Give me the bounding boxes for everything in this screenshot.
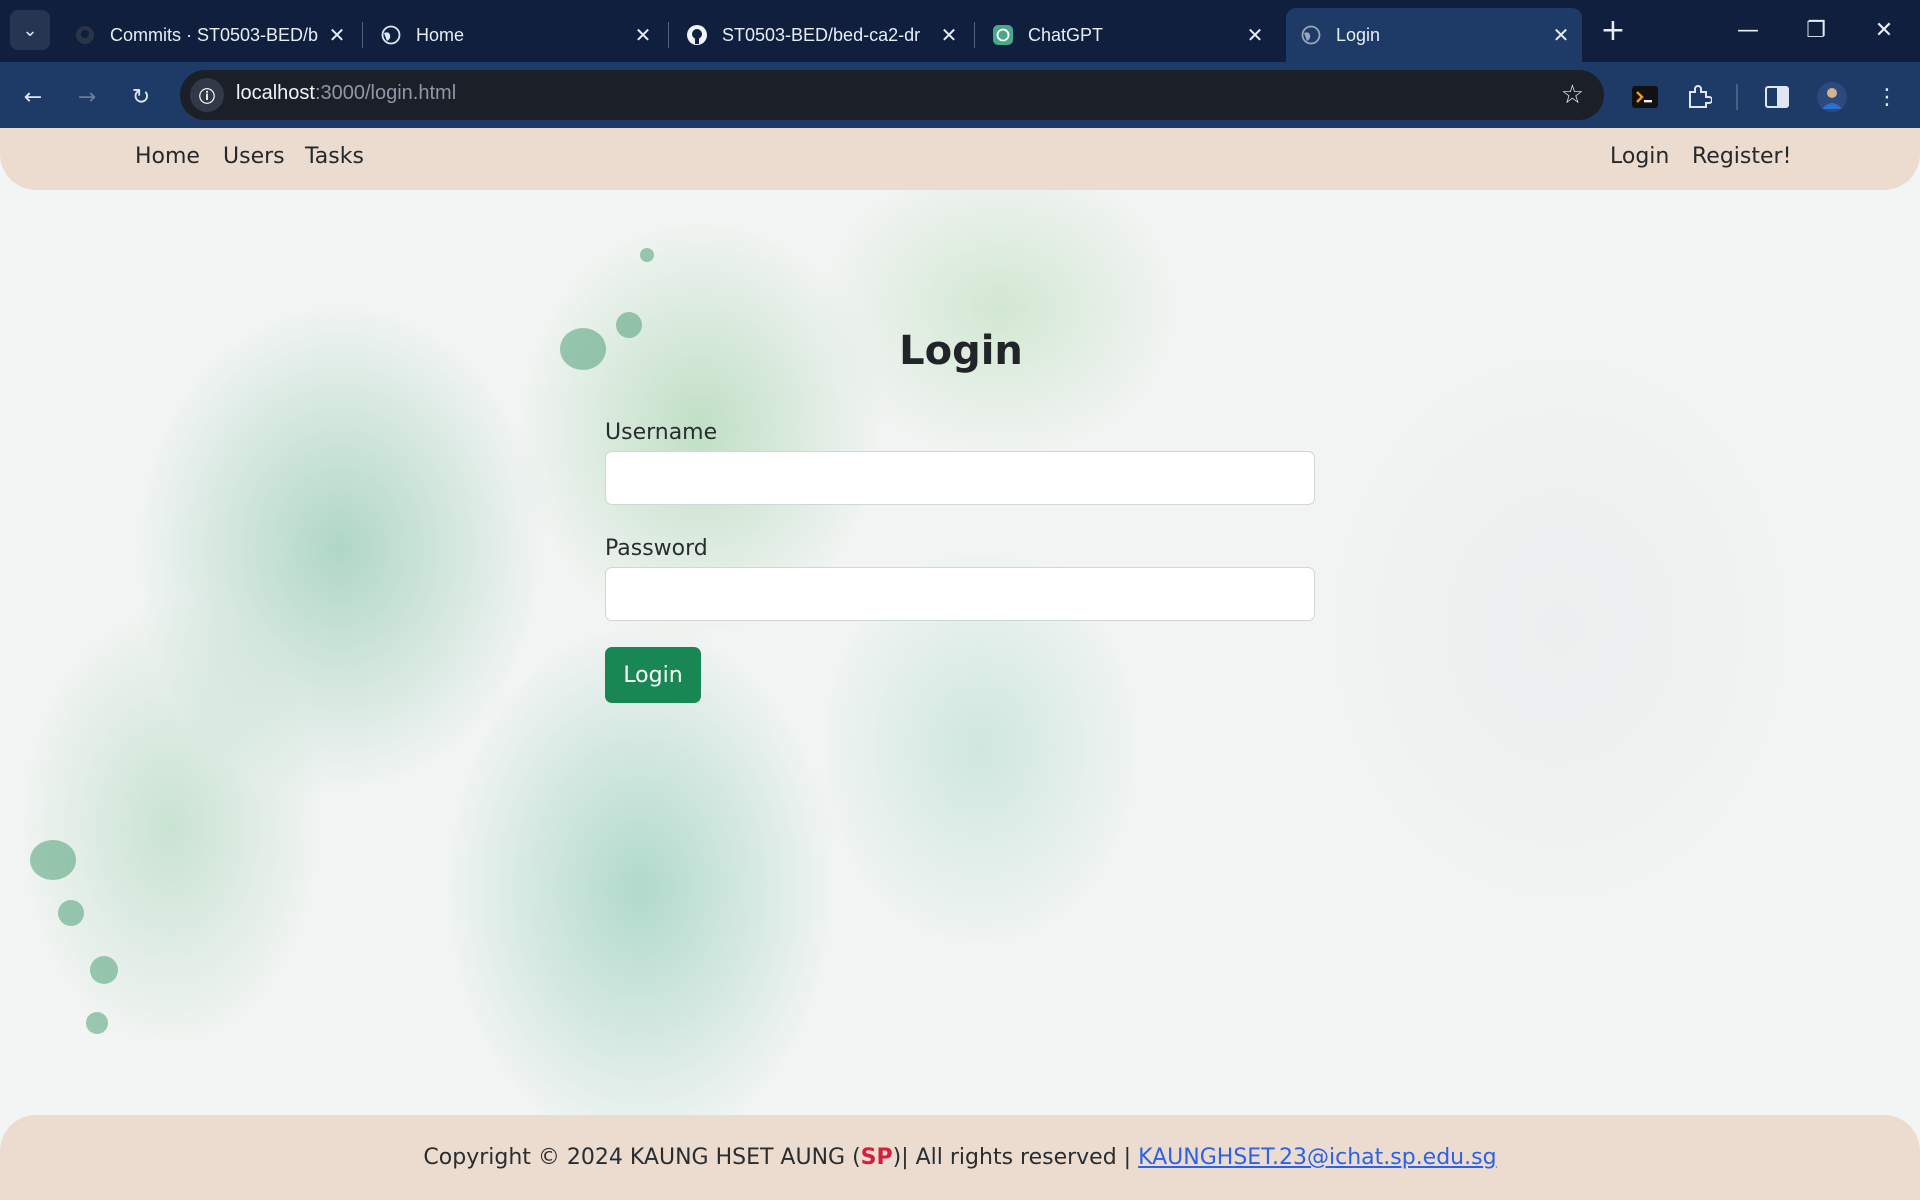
- url-path: :3000/login.html: [314, 82, 457, 104]
- tab-divider: [974, 22, 975, 48]
- password-label: Password: [605, 536, 708, 561]
- page-content: Home Users Tasks Login Register! Login U…: [0, 128, 1920, 1200]
- extensions-puzzle-icon[interactable]: [1682, 80, 1716, 114]
- copyright-text: Copyright © 2024 KAUNG HSET AUNG (: [423, 1145, 861, 1170]
- sp-text: SP: [860, 1145, 893, 1170]
- tab-search-button[interactable]: ⌄: [10, 10, 50, 50]
- address-bar[interactable]: ⓘ localhost:3000/login.html ☆: [180, 70, 1604, 120]
- globe-icon: [380, 24, 402, 46]
- nav-tasks[interactable]: Tasks: [305, 144, 364, 169]
- decorative-blot: [560, 328, 606, 370]
- site-navbar: Home Users Tasks Login Register!: [0, 128, 1920, 190]
- toolbar-divider: [1736, 84, 1738, 110]
- more-vertical-icon: ⋮: [1876, 84, 1898, 110]
- close-icon: ✕: [1874, 17, 1894, 43]
- tab-commits[interactable]: Commits · ST0503-BED/b ✕: [60, 8, 358, 62]
- page-title: Login: [899, 328, 1023, 374]
- decorative-blot: [86, 1012, 108, 1034]
- terminal-extension-icon[interactable]: [1628, 80, 1662, 114]
- side-panel-icon[interactable]: [1760, 80, 1794, 114]
- close-icon[interactable]: ✕: [628, 20, 658, 50]
- chatgpt-icon: [992, 24, 1014, 46]
- github-icon: [74, 24, 96, 46]
- url-text[interactable]: localhost:3000/login.html: [236, 82, 456, 105]
- new-tab-button[interactable]: +: [1580, 0, 1646, 60]
- chevron-down-icon: ⌄: [22, 19, 38, 41]
- tab-title: ST0503-BED/bed-ca2-dr: [722, 24, 921, 45]
- tab-title: Login: [1336, 24, 1381, 45]
- plus-icon: +: [1600, 12, 1626, 48]
- tab-divider: [668, 22, 669, 48]
- tab-title: Commits · ST0503-BED/b: [110, 24, 319, 45]
- minimize-icon: —: [1737, 17, 1759, 43]
- decorative-blot: [90, 956, 118, 984]
- reload-button[interactable]: ↻: [124, 80, 158, 114]
- close-icon[interactable]: ✕: [1240, 20, 1270, 50]
- email-link[interactable]: KAUNGHSET.23@ichat.sp.edu.sg: [1138, 1145, 1496, 1170]
- browser-tab-strip: ⌄ Commits · ST0503-BED/b ✕ Home ✕ ST0503…: [0, 0, 1920, 62]
- password-input[interactable]: [605, 567, 1315, 621]
- tab-repo[interactable]: ST0503-BED/bed-ca2-dr ✕: [672, 8, 970, 62]
- arrow-right-icon: →: [77, 84, 97, 110]
- minimize-button[interactable]: —: [1714, 0, 1782, 60]
- username-input[interactable]: [605, 451, 1315, 505]
- arrow-left-icon: ←: [23, 84, 43, 110]
- back-button[interactable]: ←: [16, 80, 50, 114]
- site-info-icon[interactable]: ⓘ: [190, 78, 224, 112]
- browser-menu-icon[interactable]: ⋮: [1870, 80, 1904, 114]
- decorative-blot: [30, 840, 76, 880]
- forward-button[interactable]: →: [70, 80, 104, 114]
- github-icon: [686, 24, 708, 46]
- profile-avatar[interactable]: [1815, 80, 1849, 114]
- tab-title: ChatGPT: [1028, 24, 1104, 45]
- username-label: Username: [605, 420, 718, 445]
- tab-login[interactable]: Login ✕: [1286, 8, 1582, 62]
- restore-button[interactable]: ❐: [1782, 0, 1850, 60]
- site-footer: Copyright © 2024 KAUNG HSET AUNG (SP)| A…: [0, 1115, 1920, 1200]
- tab-title: Home: [416, 24, 465, 45]
- rights-text: )| All rights reserved |: [892, 1145, 1139, 1170]
- reload-icon: ↻: [131, 84, 151, 110]
- nav-home[interactable]: Home: [135, 144, 200, 169]
- decorative-blot: [640, 248, 654, 262]
- bookmark-star-icon[interactable]: ☆: [1561, 80, 1584, 110]
- login-button[interactable]: Login: [605, 647, 701, 703]
- close-icon[interactable]: ✕: [1546, 20, 1576, 50]
- nav-login[interactable]: Login: [1610, 144, 1669, 169]
- close-window-button[interactable]: ✕: [1850, 0, 1918, 60]
- tab-home[interactable]: Home ✕: [366, 8, 664, 62]
- tab-chatgpt[interactable]: ChatGPT ✕: [978, 8, 1276, 62]
- restore-icon: ❐: [1806, 17, 1826, 43]
- url-host: localhost: [236, 82, 315, 104]
- tab-divider: [362, 22, 363, 48]
- decorative-blot: [58, 900, 84, 926]
- globe-icon: [1300, 24, 1322, 46]
- close-icon[interactable]: ✕: [934, 20, 964, 50]
- close-icon[interactable]: ✕: [322, 20, 352, 50]
- nav-users[interactable]: Users: [223, 144, 285, 169]
- nav-register[interactable]: Register!: [1692, 144, 1791, 169]
